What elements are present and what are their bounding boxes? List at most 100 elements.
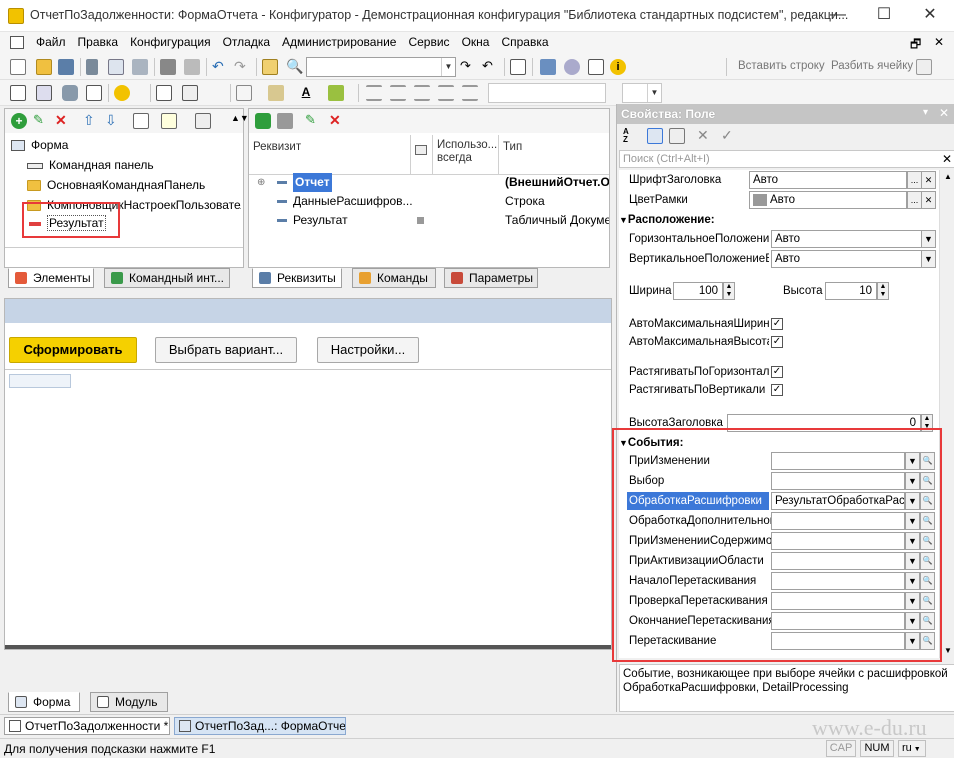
delete-icon[interactable]: ✕ [55, 113, 71, 129]
debug-icon[interactable] [540, 59, 556, 75]
lang-indicator[interactable]: ru ▼ [898, 740, 926, 757]
minimize-button[interactable]: — [815, 0, 861, 32]
expand-icon[interactable]: ⊕ [257, 173, 265, 192]
tab-form[interactable]: Форма [8, 692, 80, 712]
dropdown-icon[interactable]: ▼ [921, 250, 936, 268]
align-center-icon[interactable] [390, 85, 406, 101]
requisite-row[interactable]: ДанныеРасшифров... Строка [249, 192, 609, 211]
view-icon[interactable] [161, 113, 177, 129]
properties-search-input[interactable]: Поиск (Ctrl+Alt+I) ✕ [619, 150, 954, 168]
window-tab-module[interactable]: ОтчетПоЗадолженности * [4, 717, 170, 735]
col-type[interactable]: Тип [499, 135, 609, 175]
align-right-icon[interactable] [414, 85, 430, 101]
chevron-down-icon[interactable]: ▼ [647, 84, 661, 102]
print-icon[interactable] [160, 59, 176, 75]
preview-icon[interactable] [184, 59, 200, 75]
col-use-always-icon[interactable] [411, 135, 433, 175]
edit-icon[interactable]: ✎ [33, 113, 49, 129]
settings-button[interactable]: Настройки... [317, 337, 419, 363]
result-spreadsheet[interactable] [5, 369, 611, 645]
table-icon[interactable] [916, 59, 932, 75]
copy-requisite-icon[interactable] [277, 113, 293, 129]
clear-icon[interactable]: ✕ [697, 128, 713, 144]
group-location[interactable]: ▼Расположение: [619, 211, 715, 229]
add-icon[interactable]: + [11, 113, 27, 129]
width-field[interactable]: 100 [673, 282, 723, 300]
database-icon[interactable] [62, 85, 78, 101]
restore-icon[interactable]: 🗗 [910, 35, 921, 56]
auto-max-width-checkbox[interactable]: ✓ [771, 318, 783, 330]
menu-item[interactable]: Справка [495, 32, 554, 49]
height-field[interactable]: 10 [825, 282, 877, 300]
col-requisite[interactable]: Реквизит [249, 135, 411, 175]
prop-value[interactable]: Авто [749, 191, 907, 209]
filter-icon[interactable] [669, 128, 685, 144]
font-size-combo[interactable]: ▼ [622, 83, 662, 103]
auto-max-height-checkbox[interactable]: ✓ [771, 336, 783, 348]
prop-value[interactable]: Авто [771, 250, 935, 268]
highlight-icon[interactable] [328, 85, 344, 101]
prop-value[interactable]: Авто [749, 171, 907, 189]
save-icon[interactable] [58, 59, 74, 75]
window-layout-icon[interactable] [156, 85, 172, 101]
windows-icon[interactable] [510, 59, 526, 75]
search-icon[interactable]: 🔍 [286, 59, 303, 75]
spreadsheet-cell[interactable] [9, 374, 71, 388]
spin-icon[interactable]: ▲ ▼ [877, 282, 889, 300]
select-button[interactable]: ... [907, 191, 922, 209]
collapse-icon[interactable]: ▼ [619, 215, 628, 225]
clear-icon[interactable]: ✕ [921, 191, 936, 209]
menu-item[interactable]: Файл [30, 32, 72, 49]
tab-command-interface[interactable]: Командный инт... [104, 268, 230, 288]
font-color-icon[interactable]: A [298, 85, 314, 101]
mdi-close-icon[interactable]: ✕ [934, 35, 944, 49]
menu-item[interactable]: Отладка [217, 32, 276, 49]
undo-icon[interactable]: ↶ [212, 59, 228, 75]
menu-item[interactable]: Правка [72, 32, 125, 49]
find-next-icon[interactable]: ↷ [460, 59, 476, 75]
pin-icon[interactable]: ▾ [923, 107, 928, 118]
maximize-button[interactable]: ☐ [861, 0, 907, 32]
stretch-h-checkbox[interactable]: ✓ [771, 366, 783, 378]
menu-icon[interactable] [10, 36, 24, 49]
tree-item-form[interactable]: Форма [11, 135, 68, 155]
align-left-icon[interactable] [366, 85, 382, 101]
tab-commands[interactable]: Команды [352, 268, 436, 288]
insert-row-button[interactable]: Вставить строку [738, 60, 825, 72]
close-button[interactable]: ✕ [907, 0, 953, 32]
prop-value[interactable]: Авто [771, 230, 935, 248]
border-icon[interactable] [236, 85, 252, 101]
module-icon[interactable] [588, 59, 604, 75]
requisite-row[interactable]: Результат Табличный Документ [249, 211, 609, 230]
chevron-down-icon[interactable]: ▲▼ [231, 113, 249, 123]
paste-icon[interactable] [132, 59, 148, 75]
dropdown-icon[interactable]: ▼ [921, 230, 936, 248]
split-cell-button[interactable]: Разбить ячейку [831, 60, 913, 72]
select-button[interactable]: ... [907, 171, 922, 189]
tree-item-command-panel[interactable]: Командная панель [27, 155, 154, 175]
tab-module[interactable]: Модуль [90, 692, 168, 712]
indent-icon[interactable] [462, 85, 478, 101]
apply-icon[interactable]: ✓ [721, 128, 737, 144]
align-justify-icon[interactable] [438, 85, 454, 101]
open-icon[interactable] [36, 59, 52, 75]
move-down-icon[interactable]: ⇩ [105, 113, 121, 129]
syntax-check-icon[interactable] [564, 59, 580, 75]
tab-parameters[interactable]: Параметры [444, 268, 538, 288]
calendar-icon[interactable] [86, 85, 102, 101]
menu-item[interactable]: Сервис [402, 32, 455, 49]
window-tab-form[interactable]: ОтчетПоЗад...: ФормаОтчета [174, 717, 346, 735]
search-clear-icon[interactable]: ✕ [942, 152, 952, 166]
tree-item-main-command-panel[interactable]: ОсновнаяКоманднаяПанель [27, 175, 205, 195]
run-icon[interactable] [114, 85, 130, 101]
find-in-text-icon[interactable] [262, 59, 278, 75]
new-icon[interactable] [10, 59, 26, 75]
menu-item[interactable]: Администрирование [276, 32, 402, 49]
find-prev-icon[interactable]: ↶ [482, 59, 498, 75]
menu-item[interactable]: Окна [456, 32, 496, 49]
delete-requisite-icon[interactable]: ✕ [329, 113, 345, 129]
use-always-checkbox[interactable] [417, 217, 424, 224]
spin-icon[interactable]: ▲ ▼ [723, 282, 735, 300]
choose-variant-button[interactable]: Выбрать вариант... [155, 337, 297, 363]
property-icon[interactable] [10, 85, 26, 101]
